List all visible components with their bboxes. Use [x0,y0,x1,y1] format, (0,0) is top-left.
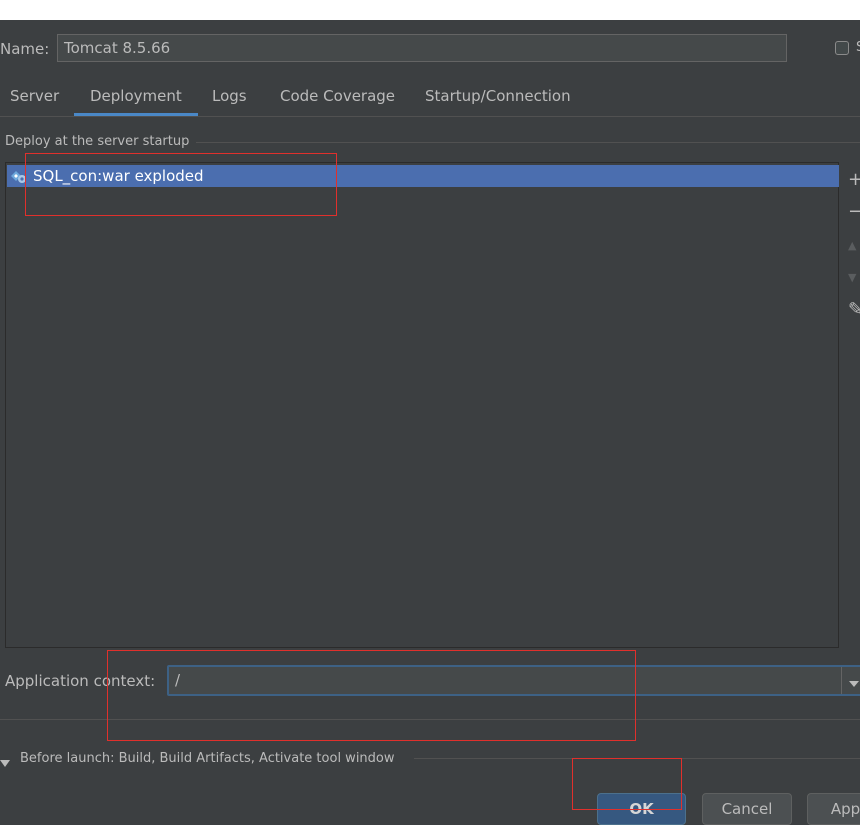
add-icon[interactable]: + [848,171,860,189]
annotation-box-artifact [25,153,337,216]
name-label: Name: [0,40,50,58]
deploy-artifact-list[interactable]: SQL_con:war exploded [5,162,839,648]
deploy-toolbar: + − ▲ ▼ ✎ [840,162,860,648]
name-input[interactable]: Tomcat 8.5.66 [57,34,787,62]
before-launch-title[interactable]: Before launch: Build, Build Artifacts, A… [20,750,395,768]
tab-startup-connection[interactable]: Startup/Connection [425,80,571,114]
config-tabs: Server Deployment Logs Code Coverage Sta… [0,80,860,117]
deploy-group-title: Deploy at the server startup [5,134,190,149]
cancel-button[interactable]: Cancel [702,793,792,825]
annotation-box-ok [572,758,682,810]
tab-logs[interactable]: Logs [212,80,247,114]
annotation-box-context [107,650,636,741]
move-up-icon[interactable]: ▲ [848,238,860,254]
share-checkbox[interactable] [835,41,849,55]
group-divider [196,142,860,143]
edit-icon[interactable]: ✎ [848,301,860,319]
move-down-icon[interactable]: ▼ [848,270,860,286]
tab-deployment[interactable]: Deployment [74,80,198,116]
tab-server[interactable]: Server [10,80,59,114]
collapse-triangle-icon[interactable] [0,754,10,772]
chevron-down-icon[interactable] [849,674,859,692]
apply-button[interactable]: Apply [807,793,860,825]
combo-separator [841,667,842,694]
share-checkbox-label: S [856,40,860,55]
top-white-strip [0,0,860,20]
remove-icon[interactable]: − [848,203,860,221]
tab-code-coverage[interactable]: Code Coverage [280,80,395,114]
